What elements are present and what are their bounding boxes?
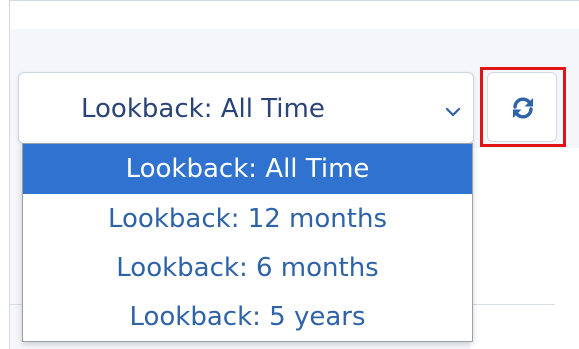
refresh-icon [509, 94, 537, 122]
option-lookback-6-months[interactable]: Lookback: 6 months [23, 243, 472, 293]
option-lookback-5-years[interactable]: Lookback: 5 years [23, 292, 472, 342]
chevron-down-icon [445, 103, 461, 117]
content-panel [470, 148, 579, 349]
refresh-button[interactable] [487, 72, 557, 142]
option-lookback-12-months[interactable]: Lookback: 12 months [23, 194, 472, 244]
option-lookback-all-time[interactable]: Lookback: All Time [23, 144, 472, 194]
lookback-select[interactable]: Lookback: All Time [18, 72, 474, 144]
lookback-dropdown-menu: Lookback: All Time Lookback: 12 months L… [22, 143, 473, 342]
lookback-select-value: Lookback: All Time [81, 94, 325, 124]
header-bar [10, 1, 579, 29]
